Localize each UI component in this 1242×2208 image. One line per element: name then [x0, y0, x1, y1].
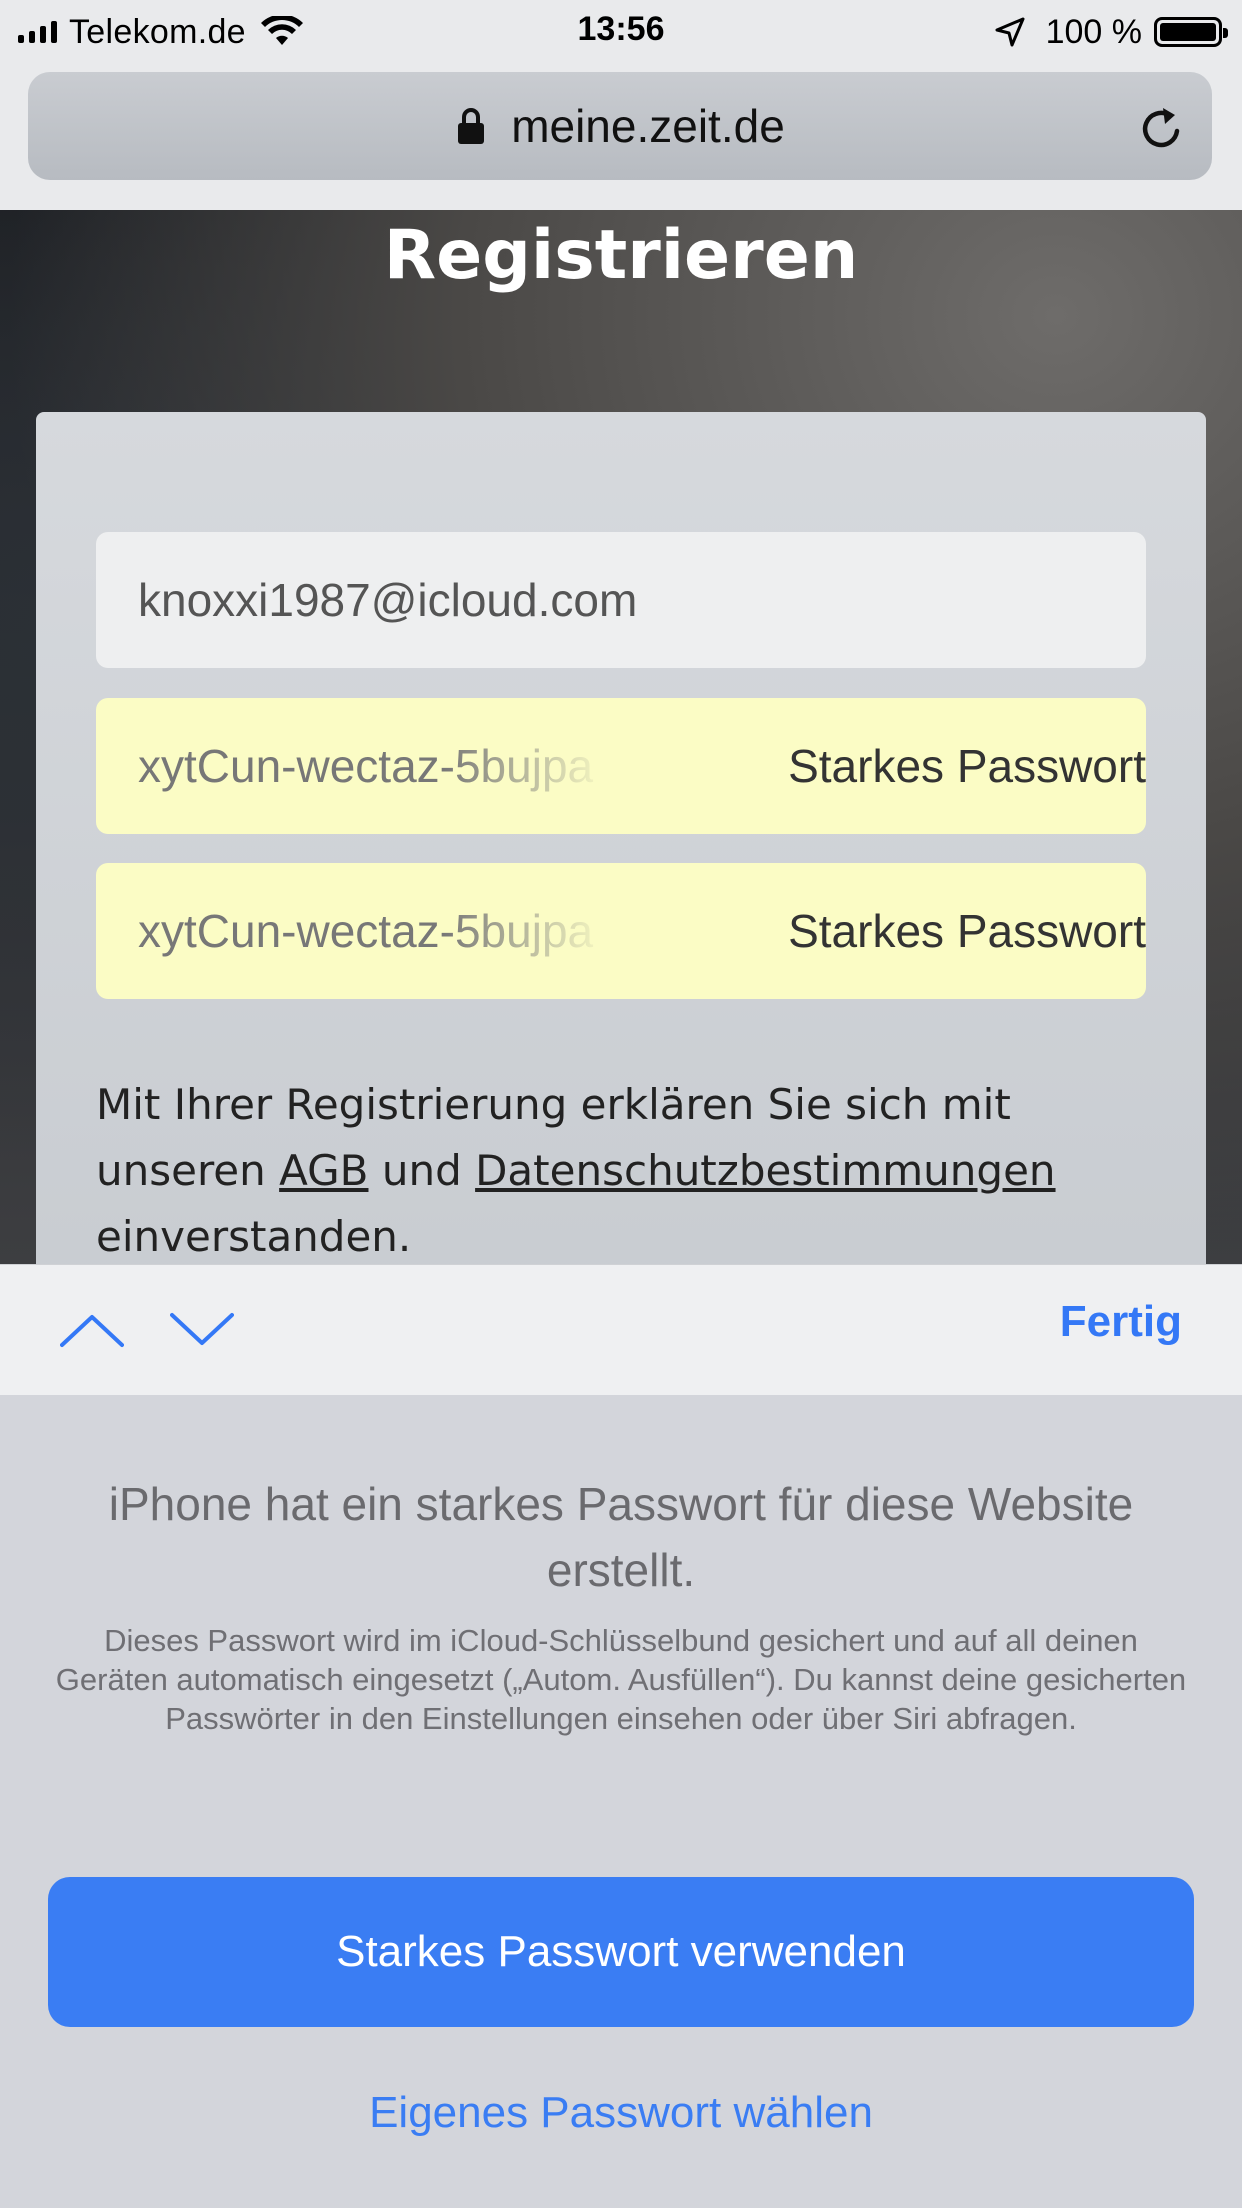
lock-icon [458, 108, 485, 144]
reload-icon[interactable] [1136, 104, 1186, 154]
privacy-link[interactable]: Datenschutzbestimmungen [475, 1146, 1055, 1195]
password-confirm-value: xytCun-wectaz-5bujpa [138, 905, 594, 957]
terms-text: Mit Ihrer Registrierung erklären Sie sic… [96, 1072, 1156, 1264]
password-field[interactable]: xytCun-wectaz-5bujpa Starkes Passwort [96, 698, 1146, 834]
address-bar[interactable]: meine.zeit.de [28, 72, 1212, 180]
email-field[interactable]: knoxxi1987@icloud.com [96, 532, 1146, 668]
strong-password-label: Starkes Passwort [788, 740, 1146, 792]
choose-own-password-button[interactable]: Eigenes Passwort wählen [0, 2087, 1242, 2139]
browser-address-area: meine.zeit.de [0, 62, 1242, 210]
chevron-up-icon[interactable] [60, 1301, 124, 1361]
url-text: meine.zeit.de [511, 100, 785, 152]
agb-link[interactable]: AGB [279, 1146, 368, 1195]
web-page: Registrieren knoxxi1987@icloud.com xytCu… [0, 210, 1242, 1264]
form-navigation-toolbar: Fertig [0, 1264, 1242, 1395]
done-button[interactable]: Fertig [1060, 1297, 1182, 1347]
use-strong-password-button[interactable]: Starkes Passwort verwenden [48, 1877, 1194, 2027]
strong-password-label: Starkes Passwort [788, 905, 1146, 957]
registration-form: knoxxi1987@icloud.com xytCun-wectaz-5buj… [36, 412, 1206, 1264]
terms-middle: und [368, 1146, 476, 1195]
email-value: knoxxi1987@icloud.com [138, 574, 638, 626]
location-arrow-icon [995, 17, 1025, 47]
password-value: xytCun-wectaz-5bujpa [138, 740, 594, 792]
page-title: Registrieren [383, 216, 859, 295]
sheet-heading: iPhone hat ein starkes Passwort für dies… [108, 1478, 1134, 1596]
battery-icon [1154, 17, 1228, 47]
status-bar: Telekom.de 13:56 100 % [0, 0, 1242, 62]
battery-percentage: 100 % [1045, 12, 1142, 51]
password-confirm-field[interactable]: xytCun-wectaz-5bujpa Starkes Passwort [96, 863, 1146, 999]
terms-after: einverstanden. [96, 1212, 412, 1261]
strong-password-sheet: iPhone hat ein starkes Passwort für dies… [0, 1395, 1242, 2208]
sheet-description: Dieses Passwort wird im iCloud-Schlüssel… [55, 1623, 1187, 1736]
right-status-group: 100 % [994, 12, 1228, 52]
chevron-down-icon[interactable] [170, 1301, 234, 1361]
